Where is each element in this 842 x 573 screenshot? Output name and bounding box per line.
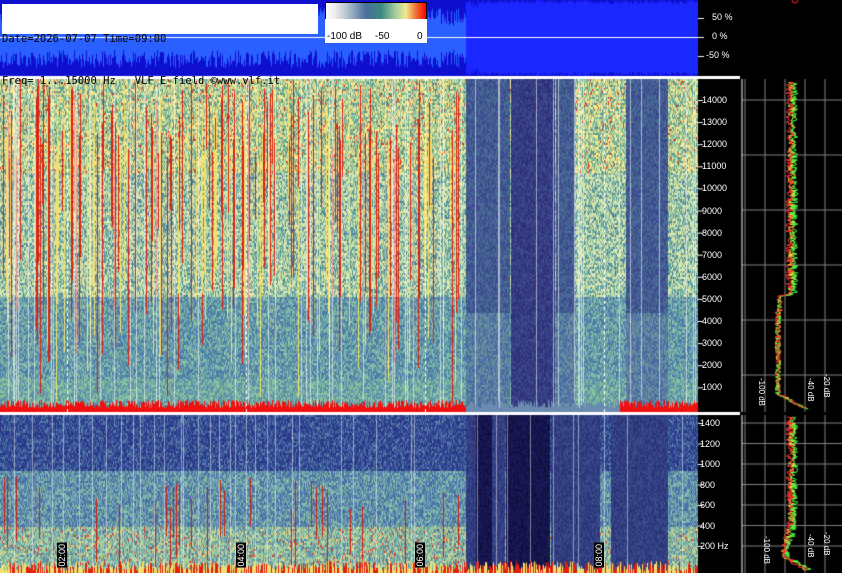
upper-freq-label: 9000 <box>702 205 723 216</box>
upper-freq-label: 14000 <box>702 95 728 105</box>
header-date-time: Date=2026-07-07 Time=09:00 <box>2 33 167 45</box>
waveform-label-0: 0 % <box>712 31 728 41</box>
profile-lower-db-20: -20 dB <box>822 532 831 556</box>
upper-freq-label: 2000 <box>702 360 723 371</box>
color-scale-bar <box>325 2 427 20</box>
upper-freq-label: 13000 <box>702 117 728 128</box>
upper-freq-label: 4000 <box>702 316 723 326</box>
waveform-label-neg50: -50 % <box>706 50 730 60</box>
lower-freq-label: 1200 <box>700 438 721 449</box>
upper-freq-label: 8000 <box>702 227 723 238</box>
upper-freq-label: 7000 <box>702 249 723 260</box>
profile-lower-db-100: -100 dB <box>762 536 771 565</box>
lower-freq-label: 600 <box>700 500 716 510</box>
upper-freq-label: 11000 <box>702 161 727 172</box>
lower-freq-label: 1000 <box>700 459 721 469</box>
lower-freq-label: 400 <box>700 520 716 531</box>
time-label-0200: 02:00 <box>57 543 67 568</box>
color-scale-ticks: -100 dB -50 0 <box>325 19 427 43</box>
lower-freq-label: 200 Hz <box>700 541 729 551</box>
header-info: Date=2026-07-07 Time=09:00 Freq= 1...150… <box>2 4 318 87</box>
profile-upper-db-40: -40 dB <box>806 378 815 402</box>
time-label-0600: 06:00 <box>415 543 425 568</box>
colorbar-label-min: -100 dB <box>327 31 363 42</box>
time-label-0800: 08:00 <box>594 543 604 568</box>
lower-freq-label: 1400 <box>700 418 721 428</box>
time-label-0400: 04:00 <box>236 543 246 568</box>
profile-upper-db-100: -100 dB <box>757 378 766 407</box>
header-frequency-info: Freq= 1...15000 Hz VLF E-field ©www.vlf.… <box>2 75 281 87</box>
upper-freq-label: 3000 <box>702 338 723 349</box>
upper-freq-label: 12000 <box>702 139 728 150</box>
colorbar-label-max: 0 <box>417 31 423 42</box>
colorbar-label-mid: -50 <box>375 31 390 42</box>
upper-freq-label: 5000 <box>702 293 723 304</box>
upper-freq-label: 10000 <box>702 183 728 194</box>
waveform-label-50: 50 % <box>712 12 733 22</box>
lower-freq-label: 800 <box>700 479 716 490</box>
upper-freq-label: 1000 <box>702 382 723 393</box>
upper-freq-label: 6000 <box>702 271 723 282</box>
profile-upper-db-20: -20 dB <box>822 374 831 398</box>
profile-lower-db-40: -40 dB <box>806 534 815 558</box>
